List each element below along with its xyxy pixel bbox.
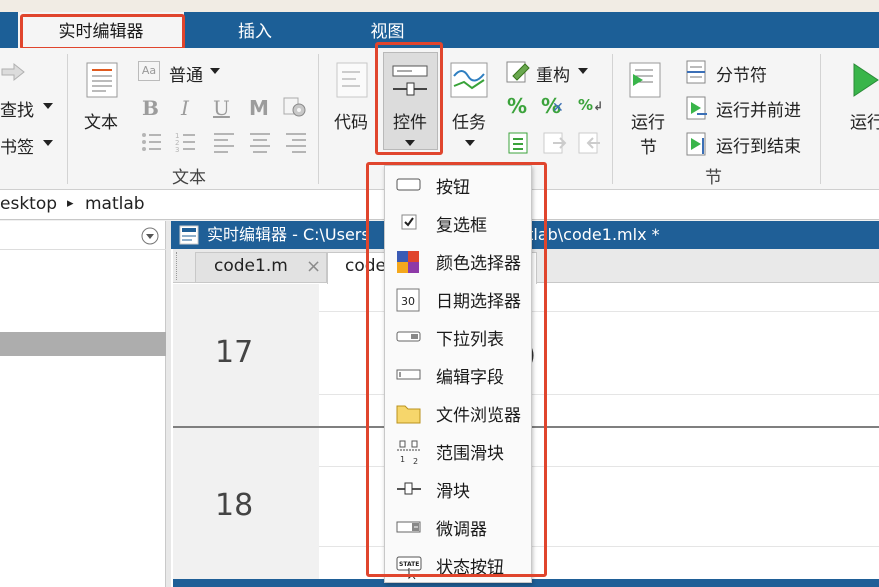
chevron-down-icon[interactable]	[465, 140, 475, 147]
editor-title: 实时编辑器 - C:\Users	[207, 225, 370, 244]
run-and-advance-button[interactable]: 运行并前进	[716, 96, 801, 121]
divider	[67, 54, 68, 184]
live-editor-icon	[179, 225, 199, 245]
run-section-line2[interactable]: 节	[640, 133, 657, 158]
breadcrumb-matlab[interactable]: matlab	[85, 194, 145, 214]
refactor-dropdown[interactable]: 重构	[536, 61, 570, 86]
breadcrumb-desktop[interactable]: esktop	[0, 194, 57, 214]
section-break-button[interactable]: 分节符	[716, 61, 767, 86]
run-and-advance-icon[interactable]	[685, 96, 709, 120]
run-section-icon[interactable]	[629, 62, 661, 98]
panel-menu-icon[interactable]	[141, 227, 159, 245]
highlight-controls-menu	[366, 162, 547, 577]
text-doc-icon[interactable]	[86, 62, 118, 98]
uncomment-icon[interactable]: % ✕	[541, 94, 564, 118]
monospace-button[interactable]: M	[249, 96, 269, 120]
chevron-down-icon[interactable]	[43, 103, 53, 110]
run-section-line1[interactable]: 运行	[631, 108, 665, 133]
divider	[0, 249, 166, 250]
selected-file-row[interactable]	[0, 332, 166, 356]
divider	[612, 54, 613, 184]
forward-arrow-icon[interactable]	[0, 62, 26, 82]
refactor-icon[interactable]	[505, 60, 531, 84]
style-icon: Aa	[138, 61, 160, 81]
divider	[820, 54, 821, 184]
outdent-icon[interactable]	[578, 132, 602, 154]
wrap-comment-icon[interactable]: %↲	[578, 96, 603, 114]
task-button[interactable]: 任务	[452, 108, 486, 133]
run-button[interactable]: 运行	[850, 108, 879, 133]
tab-label: code1.m	[214, 256, 288, 276]
text-settings-icon[interactable]	[283, 95, 307, 119]
line-number: 17	[215, 335, 254, 370]
bookmark-button[interactable]: 书签	[0, 133, 34, 158]
chevron-down-icon[interactable]	[578, 68, 588, 75]
divider	[318, 54, 319, 184]
run-icon[interactable]	[852, 62, 879, 98]
style-dropdown[interactable]: 普通	[169, 61, 203, 86]
text-button[interactable]: 文本	[84, 108, 118, 133]
code-doc-icon[interactable]	[336, 62, 368, 98]
italic-button[interactable]: I	[181, 96, 189, 120]
tab-grip	[176, 252, 182, 280]
current-folder-panel	[0, 221, 166, 587]
percent-comment-icon[interactable]: %	[507, 94, 527, 118]
chevron-down-icon[interactable]	[210, 68, 220, 75]
highlight-controls	[375, 42, 443, 155]
indent-icon[interactable]	[543, 132, 567, 154]
breadcrumb-separator-icon: ▸	[67, 196, 74, 211]
text-group-label: 文本	[172, 168, 206, 188]
run-to-end-icon[interactable]	[685, 132, 709, 156]
svg-text:3: 3	[175, 146, 179, 153]
list-align-icons[interactable]: 123	[140, 131, 310, 153]
title-strip	[0, 0, 879, 12]
task-icon[interactable]	[450, 62, 488, 98]
tab-code1-m[interactable]: code1.m ×	[195, 252, 327, 283]
tab-insert[interactable]: 插入	[200, 12, 310, 48]
line-number-gutter	[173, 284, 319, 587]
run-to-end-button[interactable]: 运行到结束	[716, 132, 801, 157]
section-break-icon[interactable]	[685, 60, 709, 84]
close-icon[interactable]: ×	[306, 256, 321, 277]
code-button[interactable]: 代码	[334, 108, 368, 133]
smart-indent-icon[interactable]	[508, 132, 530, 154]
highlight-tab	[20, 14, 185, 50]
chevron-down-icon[interactable]	[43, 140, 53, 147]
section-group-label: 节	[705, 168, 722, 188]
line-number: 18	[215, 488, 254, 523]
underline-button[interactable]: U	[213, 96, 230, 120]
bold-button[interactable]: B	[142, 96, 159, 120]
find-button[interactable]: 查找	[0, 96, 34, 121]
